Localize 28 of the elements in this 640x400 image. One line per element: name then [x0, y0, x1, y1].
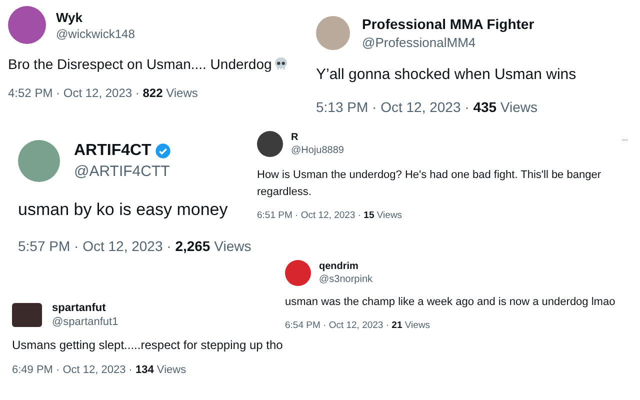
tweet-meta: 4:52 PM · Oct 12, 2023 · 822 Views	[8, 86, 199, 100]
avatar[interactable]	[257, 131, 283, 157]
user-handle: @Hoju8889	[291, 145, 344, 156]
tweet-text: Y’all gonna shocked when Usman wins	[316, 66, 576, 83]
tweet-meta: 5:57 PM · Oct 12, 2023 · 2,265 Views	[18, 238, 252, 254]
tweet-meta: 6:49 PM · Oct 12, 2023 · 134 Views	[12, 364, 188, 376]
skull-icon	[272, 56, 289, 72]
user-name: Professional MMA Fighter	[362, 16, 534, 32]
tweet-text: usman by ko is easy money	[18, 200, 228, 220]
tweet-text: Usmans getting slept.....respect for stepping up tho	[12, 338, 283, 352]
tweet-text: How is Usman the underdog? He's had one bad fight. This'll be banger regardless.	[257, 168, 602, 200]
user-handle: @spartanfut1	[52, 316, 118, 328]
avatar[interactable]	[285, 260, 311, 286]
user-handle: @s3norpink	[319, 274, 373, 285]
user-name: spartanfut	[52, 302, 106, 314]
user-name: Wyk	[56, 10, 82, 24]
user-handle: @ARTIF4CTT	[74, 163, 171, 180]
user-name: qendrim	[319, 261, 358, 272]
user-name: ARTIF4CT	[74, 142, 152, 160]
tweet-meta: 6:54 PM · Oct 12, 2023 · 21 Views	[285, 320, 432, 331]
tweet-text: usman was the champ like a week ago and is now a underdog lmao	[285, 296, 616, 308]
tweet-meta: 5:13 PM · Oct 12, 2023 · 435 Views	[316, 99, 539, 115]
user-handle: @ProfessionalMM4	[362, 35, 477, 50]
tweet-text: Bro the Disrespect on Usman.... Underdog	[8, 56, 272, 72]
user-handle: @wickwick148	[56, 26, 135, 40]
avatar[interactable]	[8, 6, 46, 44]
user-name: R	[291, 132, 298, 143]
tweet-meta: 6:51 PM · Oct 12, 2023 · 15 Views	[257, 210, 404, 221]
